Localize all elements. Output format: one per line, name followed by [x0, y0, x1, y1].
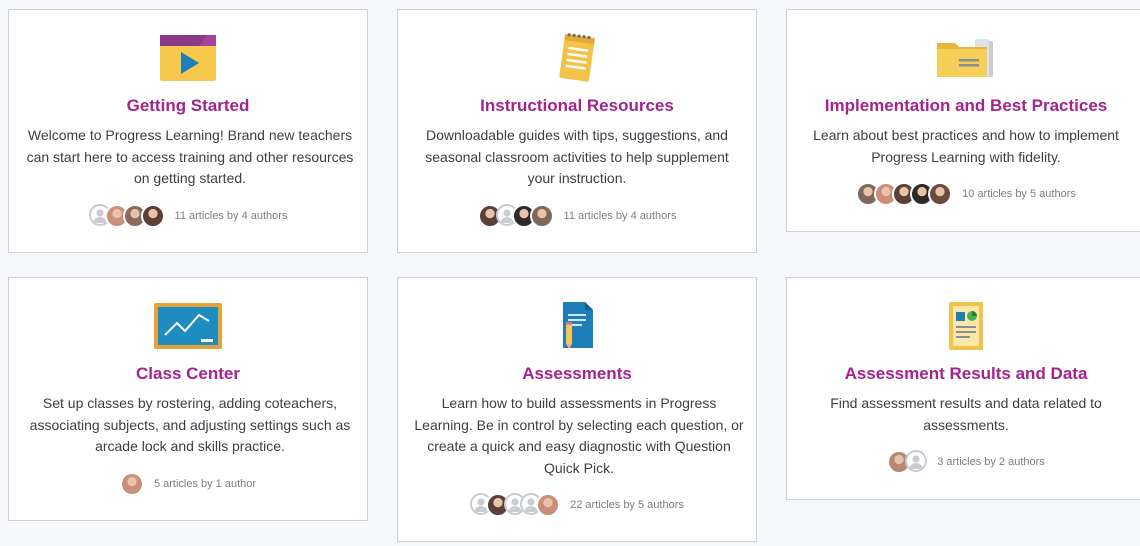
avatar-placeholder-icon	[905, 450, 928, 472]
author-avatar	[529, 203, 554, 228]
category-card-implementation-best-practices[interactable]: Implementation and Best Practices Learn …	[786, 9, 1140, 232]
card-meta: 22 articles by 5 authors	[398, 493, 756, 517]
author-avatar	[536, 493, 561, 517]
article-count: 5 articles by 1 author	[153, 477, 257, 490]
author-avatars	[119, 471, 144, 496]
article-count: 22 articles by 5 authors	[570, 499, 684, 511]
author-avatars	[88, 203, 165, 228]
category-card-getting-started[interactable]: Getting Started Welcome to Progress Lear…	[8, 9, 368, 253]
card-meta: 10 articles by 5 authors	[787, 182, 1140, 206]
card-meta: 5 articles by 1 author	[9, 471, 367, 496]
card-title[interactable]: Getting Started	[9, 95, 367, 117]
report-chart-icon	[787, 298, 1140, 354]
category-card-instructional-resources[interactable]: Instructional Resources Downloadable gui…	[397, 9, 757, 253]
card-meta: 11 articles by 4 authors	[9, 203, 367, 228]
author-avatars	[887, 450, 928, 474]
card-title[interactable]: Assessments	[398, 363, 756, 385]
notepad-icon	[398, 30, 756, 86]
article-count: 11 articles by 4 authors	[563, 209, 677, 222]
card-description: Learn about best practices and how to im…	[813, 127, 1119, 165]
card-description: Welcome to Progress Learning! Brand new …	[26, 127, 354, 186]
folder-icon	[787, 30, 1140, 86]
article-count: 11 articles by 4 authors	[174, 209, 288, 222]
card-description: Downloadable guides with tips, suggestio…	[425, 127, 729, 186]
document-pencil-icon	[398, 298, 756, 354]
chalkboard-chart-icon	[9, 298, 367, 354]
card-meta: 11 articles by 4 authors	[398, 203, 756, 228]
category-card-assessments[interactable]: Assessments Learn how to build assessmen…	[397, 277, 757, 542]
card-title[interactable]: Assessment Results and Data	[787, 363, 1140, 385]
card-description: Learn how to build assessments in Progre…	[414, 395, 744, 476]
card-title[interactable]: Implementation and Best Practices	[787, 95, 1140, 117]
video-play-icon	[9, 30, 367, 86]
author-avatar	[119, 471, 144, 496]
card-title[interactable]: Instructional Resources	[398, 95, 756, 117]
author-avatars	[856, 182, 953, 206]
category-card-assessment-results-data[interactable]: Assessment Results and Data Find assessm…	[786, 277, 1140, 500]
card-description: Find assessment results and data related…	[830, 395, 1102, 433]
card-title[interactable]: Class Center	[9, 363, 367, 385]
article-count: 10 articles by 5 authors	[962, 188, 1076, 200]
author-avatars	[470, 493, 561, 517]
card-description: Set up classes by rostering, adding cote…	[29, 395, 351, 454]
author-avatars	[477, 203, 554, 228]
card-meta: 3 articles by 2 authors	[787, 450, 1140, 474]
author-avatar	[928, 182, 953, 206]
category-card-class-center[interactable]: Class Center Set up classes by rostering…	[8, 277, 368, 521]
article-count: 3 articles by 2 authors	[937, 456, 1045, 468]
author-avatar	[140, 203, 165, 228]
